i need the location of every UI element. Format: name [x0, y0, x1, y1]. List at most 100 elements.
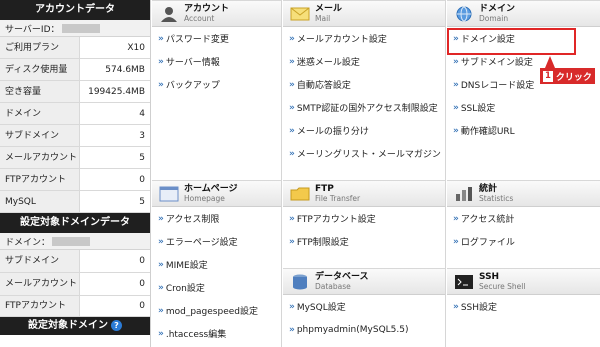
link-mail-filter[interactable]: » メールの振り分け: [283, 119, 445, 142]
link-error-page[interactable]: » エラーページ設定: [152, 230, 281, 253]
row-value: 199425.4MB: [88, 87, 145, 97]
section-stats-header: 統計 Statistics: [447, 180, 600, 207]
row-value: 0: [139, 301, 145, 311]
row-value: 3: [139, 131, 145, 141]
row-value: 4: [139, 109, 145, 119]
link-label: エラーページ設定: [165, 238, 238, 248]
link-mod-pagespeed[interactable]: » mod_pagespeed設定: [152, 299, 281, 322]
link-label: FTPアカウント設定: [296, 215, 376, 225]
arrow-icon: »: [289, 79, 295, 90]
link-spam[interactable]: » 迷惑メール設定: [283, 50, 445, 73]
link-label: メーリングリスト・メールマガジン: [296, 150, 441, 160]
link-mailing-list[interactable]: » メーリングリスト・メールマガジン: [283, 142, 445, 165]
target-subdomain-row: サブドメイン 0: [0, 250, 150, 273]
link-backup[interactable]: » バックアップ: [152, 73, 281, 96]
link-label: ログファイル: [460, 238, 515, 248]
callout-step-number: 1: [543, 70, 553, 82]
row-label: ご利用プラン: [0, 37, 80, 58]
link-access-restriction[interactable]: » アクセス制限: [152, 207, 281, 230]
link-label: メールの振り分け: [296, 127, 369, 137]
arrow-icon: »: [453, 56, 459, 67]
server-id-row: サーバーID：: [0, 20, 150, 37]
link-label: Cron設定: [165, 284, 205, 294]
section-ftp-header: FTP File Transfer: [283, 180, 445, 207]
section-mail-header: メール Mail: [283, 0, 445, 27]
arrow-icon: »: [158, 259, 164, 270]
arrow-icon: »: [453, 213, 459, 224]
link-label: FTP制限設定: [296, 238, 349, 248]
arrow-icon: »: [158, 236, 164, 247]
target-mail-account-row: メールアカウント 0: [0, 273, 150, 296]
row-label: ディスク使用量: [0, 59, 80, 80]
homepage-icon: [159, 186, 179, 201]
arrow-icon: »: [289, 236, 295, 247]
disk-usage-row: ディスク使用量 574.6MB: [0, 59, 150, 81]
subdomain-count-row: サブドメイン 3: [0, 125, 150, 147]
link-access-stats[interactable]: » アクセス統計: [447, 207, 600, 230]
callout-label: クリック: [555, 72, 592, 83]
link-ftp-account[interactable]: » FTPアカウント設定: [283, 207, 445, 230]
domain-count-row: ドメイン 4: [0, 103, 150, 125]
arrow-icon: »: [453, 102, 459, 113]
column-account-homepage: アカウント Account » パスワード変更 » サーバー情報 » バックアップ ホー…: [152, 0, 282, 347]
target-ftp-account-row: FTPアカウント 0: [0, 296, 150, 317]
link-label: メールアカウント設定: [296, 35, 387, 45]
link-label: mod_pagespeed設定: [165, 307, 258, 317]
link-log-file[interactable]: » ログファイル: [447, 230, 600, 253]
link-mime[interactable]: » MIME設定: [152, 253, 281, 276]
arrow-icon: »: [289, 56, 295, 67]
arrow-icon: »: [289, 301, 295, 312]
link-label: サブドメイン設定: [460, 58, 533, 68]
link-server-info[interactable]: » サーバー情報: [152, 50, 281, 73]
section-title: アカウント: [184, 3, 230, 14]
link-cron[interactable]: » Cron設定: [152, 276, 281, 299]
link-ftp-restriction[interactable]: » FTP制限設定: [283, 230, 445, 253]
section-subtitle: Statistics: [479, 193, 514, 203]
arrow-icon: »: [158, 56, 164, 67]
link-mail-account[interactable]: » メールアカウント設定: [283, 27, 445, 50]
domain-settings-highlight: [447, 28, 576, 55]
arrow-icon: »: [289, 125, 295, 136]
row-value: 0: [139, 256, 145, 266]
account-icon: [161, 6, 177, 22]
arrow-icon: »: [158, 213, 164, 224]
link-label: MySQL設定: [296, 303, 346, 313]
section-ssh: SSH Secure Shell » SSH設定: [447, 268, 600, 318]
section-domain-header: ドメイン Domain: [447, 0, 600, 27]
link-phpmyadmin[interactable]: » phpmyadmin(MySQL5.5): [283, 318, 445, 341]
link-auto-reply[interactable]: » 自動応答設定: [283, 73, 445, 96]
link-check-url[interactable]: » 動作確認URL: [447, 119, 600, 142]
row-label: メールアカウント: [0, 147, 80, 168]
target-domain-data-header: 設定対象ドメインデータ: [0, 213, 150, 233]
row-label: メールアカウント: [0, 273, 80, 295]
link-password-change[interactable]: » パスワード変更: [152, 27, 281, 50]
link-ssl[interactable]: » SSL設定: [447, 96, 600, 119]
row-value: X10: [127, 43, 145, 53]
database-icon: [293, 274, 307, 289]
section-title: メール: [315, 3, 343, 14]
link-mysql[interactable]: » MySQL設定: [283, 295, 445, 318]
row-value: 5: [139, 197, 145, 207]
section-title: SSH: [479, 271, 500, 282]
row-label: サブドメイン: [0, 125, 80, 146]
link-ssh-settings[interactable]: » SSH設定: [447, 295, 600, 318]
plan-row: ご利用プラン X10: [0, 37, 150, 59]
globe-icon: [456, 6, 472, 21]
link-label: パスワード変更: [165, 35, 229, 45]
link-htaccess[interactable]: » .htaccess編集: [152, 322, 281, 345]
help-icon[interactable]: ?: [111, 320, 122, 331]
row-label: 空き容量: [0, 81, 80, 102]
section-subtitle: Account: [184, 13, 215, 23]
account-sidebar: アカウントデータ サーバーID： ご利用プラン X10 ディスク使用量 574.6M…: [0, 0, 151, 347]
bar-chart-icon: [456, 186, 472, 201]
arrow-icon: »: [158, 79, 164, 90]
row-label: サブドメイン: [0, 250, 80, 272]
arrow-icon: »: [289, 102, 295, 113]
row-label: ドメイン: [0, 103, 80, 124]
section-title: 統計: [479, 183, 498, 194]
arrow-icon: »: [289, 324, 295, 335]
arrow-icon: »: [158, 328, 164, 339]
arrow-icon: »: [158, 305, 164, 316]
link-smtp-restriction[interactable]: » SMTP認証の国外アクセス制限設定: [283, 96, 445, 119]
link-label: アクセス制限: [165, 215, 220, 225]
